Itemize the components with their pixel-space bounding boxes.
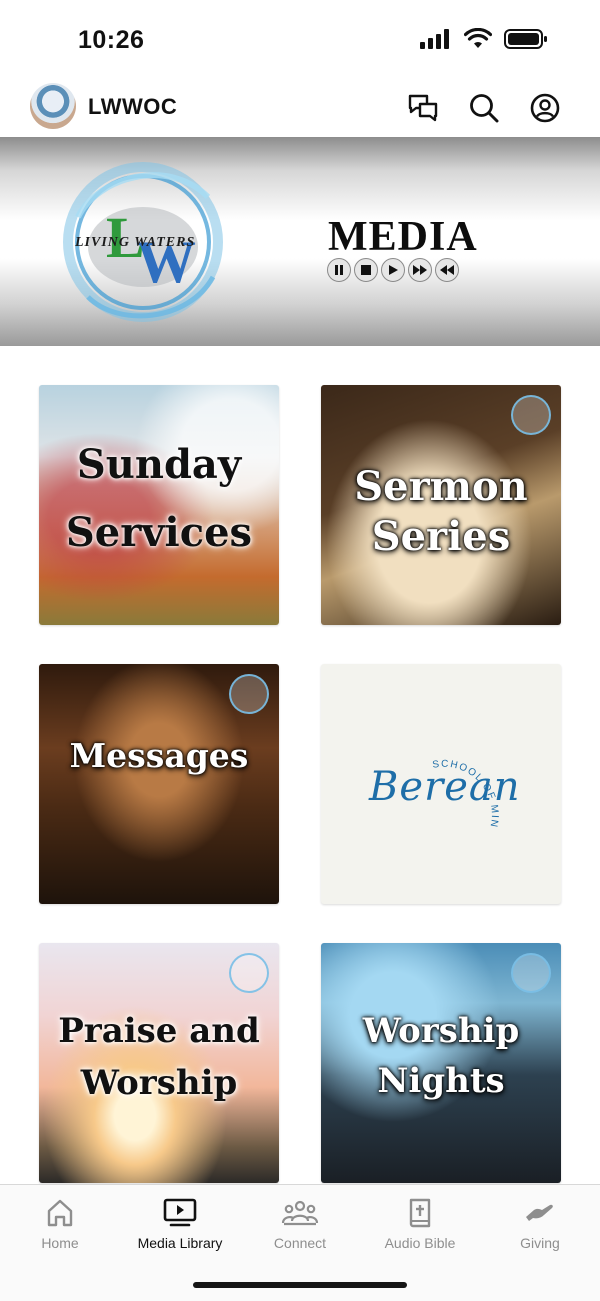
chat-icon	[408, 94, 437, 121]
nav-label: Media Library	[137, 1235, 223, 1251]
tile-title-line2: Worship	[80, 1063, 238, 1103]
app-header: LWWOC	[0, 80, 600, 136]
signal-icon	[420, 29, 449, 49]
app-name: LWWOC	[88, 94, 178, 119]
profile-button[interactable]	[527, 90, 562, 125]
nav-label: Home	[41, 1235, 79, 1251]
tile-title-line1: Sunday	[76, 441, 242, 488]
play-icon	[381, 258, 405, 282]
media-banner: L W LIVING WATERS MEDIA	[0, 137, 600, 346]
stop-icon	[354, 258, 378, 282]
nav-audio-bible[interactable]: Audio Bible	[360, 1195, 480, 1251]
banner-title: MEDIA	[328, 214, 478, 260]
header-actions	[405, 90, 562, 125]
bottom-nav: Home Media Library Connect Audio Bible G…	[0, 1184, 600, 1301]
home-indicator[interactable]	[193, 1282, 407, 1288]
status-icons	[420, 28, 548, 50]
home-icon	[47, 1199, 73, 1227]
lw-badge-icon	[229, 674, 269, 714]
status-time: 10:26	[78, 26, 145, 54]
tile-berean[interactable]: SCHOOL OF MINISTRY Berean	[321, 664, 561, 904]
profile-icon	[530, 93, 559, 122]
nav-giving[interactable]: Giving	[480, 1195, 600, 1251]
church-avatar[interactable]	[30, 83, 76, 129]
tile-title-line1: Messages	[69, 736, 249, 775]
tile-title-line2: Services	[65, 509, 253, 556]
lw-badge-icon	[511, 953, 551, 993]
tile-sunday-services[interactable]: Sunday Services	[39, 385, 279, 625]
tile-title-line1: Praise and	[58, 1011, 260, 1051]
berean-word: Berean	[369, 764, 521, 810]
fast-forward-icon	[408, 258, 432, 282]
nav-home[interactable]: Home	[0, 1195, 120, 1251]
rewind-icon	[435, 258, 459, 282]
nav-media-library[interactable]: Media Library	[120, 1195, 240, 1251]
tile-messages[interactable]: Messages	[39, 664, 279, 904]
nav-connect[interactable]: Connect	[240, 1195, 360, 1251]
tile-praise-and-worship[interactable]: Praise and Worship	[39, 943, 279, 1183]
connect-icon	[281, 1200, 319, 1226]
wifi-icon	[464, 28, 492, 48]
tile-title-line1: Worship	[362, 1011, 520, 1051]
logo-text: LIVING WATERS	[75, 235, 196, 250]
pause-icon	[327, 258, 351, 282]
search-icon	[469, 93, 498, 122]
nav-label: Audio Bible	[384, 1235, 456, 1251]
nav-label: Connect	[273, 1235, 327, 1251]
lw-badge-icon	[229, 953, 269, 993]
tile-title-line2: Series	[371, 513, 511, 560]
tile-title-line1: Sermon	[354, 463, 528, 510]
tile-worship-nights[interactable]: Worship Nights	[321, 943, 561, 1183]
giving-icon	[526, 1204, 553, 1221]
media-library-icon	[163, 1198, 197, 1227]
nav-label: Giving	[520, 1235, 560, 1251]
tile-sermon-series[interactable]: Sermon Series	[321, 385, 561, 625]
status-bar: 10:26	[0, 0, 600, 80]
berean-logo: SCHOOL OF MINISTRY Berean	[321, 664, 561, 904]
media-controls	[327, 258, 459, 282]
tile-title-line2: Nights	[377, 1061, 505, 1101]
battery-icon	[504, 29, 547, 49]
bible-icon	[409, 1198, 431, 1228]
lw-badge-icon	[511, 395, 551, 435]
search-button[interactable]	[466, 90, 501, 125]
chat-button[interactable]	[405, 90, 440, 125]
